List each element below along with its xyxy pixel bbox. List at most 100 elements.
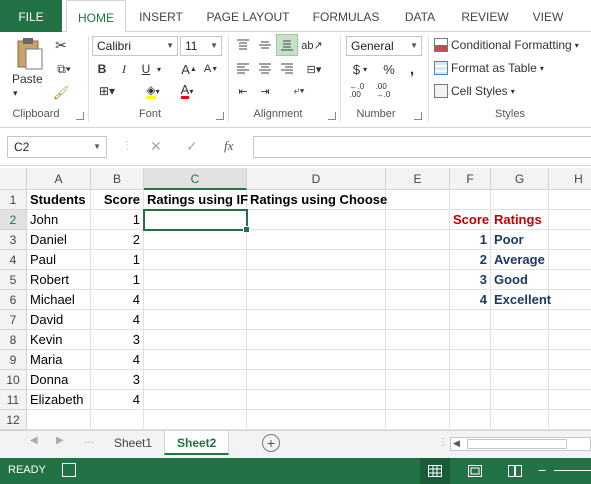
tab-insert[interactable]: INSERT xyxy=(132,0,190,32)
cell-b1[interactable]: Score xyxy=(91,190,144,210)
column-header-h[interactable]: H xyxy=(549,168,591,190)
cell-h7[interactable] xyxy=(549,310,591,330)
paste-label[interactable]: Paste xyxy=(12,72,43,86)
cell-h12[interactable] xyxy=(549,410,591,430)
cell-f6[interactable]: 4 xyxy=(450,290,491,310)
insert-function-icon[interactable]: fx xyxy=(224,138,233,154)
cell-c10[interactable] xyxy=(144,370,247,390)
cell-b12[interactable] xyxy=(91,410,144,430)
increase-decimal-icon[interactable]: ←.0.00 xyxy=(346,82,368,100)
font-launcher-icon[interactable] xyxy=(216,112,224,120)
increase-indent-icon[interactable]: ⇥ xyxy=(256,82,274,100)
cell-g9[interactable] xyxy=(491,350,549,370)
cell-e8[interactable] xyxy=(386,330,450,350)
format-as-table-button[interactable]: Format as Table ▾ xyxy=(434,61,544,75)
cell-e6[interactable] xyxy=(386,290,450,310)
align-center-icon[interactable] xyxy=(256,60,274,78)
row-header[interactable]: 5 xyxy=(0,270,27,290)
cell-g2[interactable]: Ratings xyxy=(491,210,549,230)
cell-g3[interactable]: Poor xyxy=(491,230,549,250)
column-header-c[interactable]: C xyxy=(144,168,247,190)
scroll-tabs-left-icon[interactable]: ◀ xyxy=(30,435,38,446)
cell-h4[interactable] xyxy=(549,250,591,270)
cell-f12[interactable] xyxy=(450,410,491,430)
scroll-left-icon[interactable]: ◀ xyxy=(453,438,460,449)
tab-view[interactable]: VIEW xyxy=(526,0,570,32)
cell-b3[interactable]: 2 xyxy=(91,230,144,250)
cell-b4[interactable]: 1 xyxy=(91,250,144,270)
cell-a2[interactable]: John xyxy=(27,210,91,230)
orientation-icon[interactable]: ab↗ xyxy=(301,36,322,54)
cell-d7[interactable] xyxy=(247,310,386,330)
cell-a7[interactable]: David xyxy=(27,310,91,330)
cell-b2[interactable]: 1 xyxy=(91,210,144,230)
cell-b10[interactable]: 3 xyxy=(91,370,144,390)
percent-button[interactable]: % xyxy=(380,60,398,78)
cell-h11[interactable] xyxy=(549,390,591,410)
cell-c7[interactable] xyxy=(144,310,247,330)
tab-page-layout[interactable]: PAGE LAYOUT xyxy=(200,0,296,32)
font-size-combo[interactable]: 11 ▼ xyxy=(180,36,222,56)
scrollbar-thumb[interactable] xyxy=(467,439,567,449)
row-header[interactable]: 6 xyxy=(0,290,27,310)
paste-dropdown-icon[interactable]: ▾ xyxy=(13,88,18,99)
cell-h5[interactable] xyxy=(549,270,591,290)
macro-record-icon[interactable] xyxy=(62,463,76,477)
cell-h1[interactable] xyxy=(549,190,591,210)
grow-font-icon[interactable]: A ▲ xyxy=(180,60,198,78)
cell-g11[interactable] xyxy=(491,390,549,410)
cell-h10[interactable] xyxy=(549,370,591,390)
column-header-b[interactable]: B xyxy=(91,168,144,190)
cell-e2[interactable] xyxy=(386,210,450,230)
cell-d2[interactable] xyxy=(247,210,386,230)
tab-data[interactable]: DATA xyxy=(396,0,444,32)
underline-button[interactable]: U xyxy=(138,60,154,78)
copy-icon[interactable]: ⧉▾ xyxy=(50,60,78,78)
cell-c3[interactable] xyxy=(144,230,247,250)
shrink-font-icon[interactable]: A ▼ xyxy=(202,60,220,78)
number-format-combo[interactable]: General ▼ xyxy=(346,36,422,56)
cut-icon[interactable]: ✂ xyxy=(52,36,70,54)
cell-d10[interactable] xyxy=(247,370,386,390)
cell-f1[interactable] xyxy=(450,190,491,210)
cell-c4[interactable] xyxy=(144,250,247,270)
cell-d6[interactable] xyxy=(247,290,386,310)
cell-h2[interactable] xyxy=(549,210,591,230)
cell-a12[interactable] xyxy=(27,410,91,430)
row-header[interactable]: 8 xyxy=(0,330,27,350)
cell-d12[interactable] xyxy=(247,410,386,430)
column-header-g[interactable]: G xyxy=(491,168,549,190)
page-break-view-button[interactable] xyxy=(500,458,530,484)
comma-button[interactable]: , xyxy=(404,60,420,78)
align-left-icon[interactable] xyxy=(234,60,252,78)
cell-b8[interactable]: 3 xyxy=(91,330,144,350)
currency-button[interactable]: $ ▾ xyxy=(346,60,374,78)
cell-d5[interactable] xyxy=(247,270,386,290)
cell-g4[interactable]: Average xyxy=(491,250,549,270)
cell-a3[interactable]: Daniel xyxy=(27,230,91,250)
bold-button[interactable]: B xyxy=(94,60,110,78)
cell-g1[interactable] xyxy=(491,190,549,210)
underline-dropdown-icon[interactable]: ▾ xyxy=(154,60,164,78)
decrease-indent-icon[interactable]: ⇤ xyxy=(234,82,252,100)
cell-b9[interactable]: 4 xyxy=(91,350,144,370)
cell-d11[interactable] xyxy=(247,390,386,410)
tabs-overflow-icon[interactable]: … xyxy=(84,435,94,446)
row-header[interactable]: 1 xyxy=(0,190,27,210)
tabs-splitter-icon[interactable]: ⋮ xyxy=(438,437,448,448)
row-header[interactable]: 10 xyxy=(0,370,27,390)
top-align-icon[interactable] xyxy=(234,36,252,54)
cell-styles-button[interactable]: Cell Styles ▾ xyxy=(434,84,515,98)
cell-h3[interactable] xyxy=(549,230,591,250)
cell-e4[interactable] xyxy=(386,250,450,270)
cell-f8[interactable] xyxy=(450,330,491,350)
cell-a11[interactable]: Elizabeth xyxy=(27,390,91,410)
row-header[interactable]: 2 xyxy=(0,210,27,230)
cell-e11[interactable] xyxy=(386,390,450,410)
paste-button[interactable] xyxy=(10,36,48,72)
cell-g10[interactable] xyxy=(491,370,549,390)
font-color-icon[interactable]: A ▾ xyxy=(172,82,202,100)
cell-a8[interactable]: Kevin xyxy=(27,330,91,350)
cell-e12[interactable] xyxy=(386,410,450,430)
cancel-icon[interactable]: ✕ xyxy=(150,138,162,155)
